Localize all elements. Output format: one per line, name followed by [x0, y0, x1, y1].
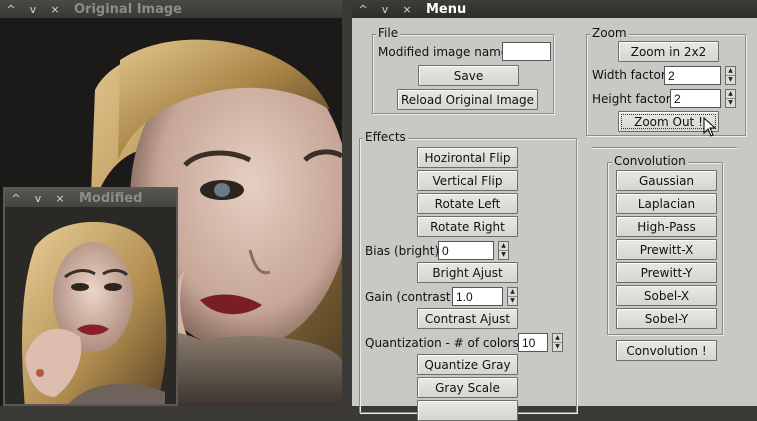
modified-window-titlebar[interactable]: ^ v × Modified — [5, 189, 176, 207]
sobel-x-button[interactable]: Sobel-X — [616, 285, 717, 306]
rotate-right-button[interactable]: Rotate Right — [417, 216, 518, 237]
arrow-down-icon[interactable]: ▼ — [499, 250, 508, 259]
arrow-down-icon[interactable]: ▼ — [553, 342, 562, 351]
convolution-apply-button[interactable]: Convolution ! — [616, 340, 717, 361]
height-factor-label: Height factor: — [592, 92, 675, 106]
zoom-group-label: Zoom — [590, 26, 629, 40]
prewitt-y-button[interactable]: Prewitt-Y — [616, 262, 717, 283]
close-icon[interactable]: × — [396, 0, 418, 18]
gray-scale-button[interactable]: Gray Scale — [417, 377, 518, 398]
reload-original-image-button[interactable]: Reload Original Image — [397, 89, 538, 110]
close-icon[interactable]: × — [44, 0, 66, 18]
gain-label: Gain (contrast): — [365, 290, 460, 304]
zoom-in-button[interactable]: Zoom in 2x2 — [618, 41, 719, 62]
rotate-left-button[interactable]: Rotate Left — [417, 193, 518, 214]
prewitt-x-button[interactable]: Prewitt-X — [616, 239, 717, 260]
arrow-down-icon[interactable]: ▼ — [508, 296, 517, 305]
menu-window-title: Menu — [426, 1, 467, 17]
arrow-up-icon[interactable]: ▲ — [553, 334, 562, 342]
arrow-up-icon[interactable]: ▲ — [726, 67, 735, 75]
chevron-down-icon[interactable]: v — [22, 0, 44, 18]
arrow-down-icon[interactable]: ▼ — [726, 98, 735, 107]
effects-next-button[interactable] — [417, 400, 518, 421]
laplacian-button[interactable]: Laplacian — [616, 193, 717, 214]
gaussian-button[interactable]: Gaussian — [616, 170, 717, 191]
quantization-stepper[interactable]: ▲ ▼ — [552, 333, 563, 352]
modified-image-window: ^ v × Modified — [3, 187, 178, 406]
gain-stepper[interactable]: ▲ ▼ — [507, 287, 518, 306]
close-icon[interactable]: × — [49, 189, 71, 207]
high-pass-button[interactable]: High-Pass — [616, 216, 717, 237]
bias-stepper[interactable]: ▲ ▼ — [498, 241, 509, 260]
modified-portrait-image — [5, 207, 176, 404]
divider — [592, 147, 737, 148]
width-factor-stepper[interactable]: ▲ ▼ — [725, 66, 736, 85]
menu-window-titlebar[interactable]: ^ v × Menu — [352, 0, 757, 18]
minimize-icon[interactable]: ^ — [352, 0, 374, 18]
chevron-down-icon[interactable]: v — [27, 189, 49, 207]
modified-image-name-input[interactable] — [502, 42, 551, 61]
height-factor-stepper[interactable]: ▲ ▼ — [725, 89, 736, 108]
save-button[interactable]: Save — [418, 65, 519, 86]
original-window-titlebar[interactable]: ^ v × Original Image — [0, 0, 342, 18]
bias-input[interactable] — [438, 241, 494, 260]
minimize-icon[interactable]: ^ — [0, 0, 22, 18]
menu-window: ^ v × Menu File Modified image name: Sav… — [352, 0, 757, 421]
gain-input[interactable] — [452, 287, 503, 306]
effects-group-label: Effects — [363, 130, 408, 144]
bright-adjust-button[interactable]: Bright Ajust — [417, 262, 518, 283]
chevron-down-icon[interactable]: v — [374, 0, 396, 18]
convolution-group-label: Convolution — [612, 154, 688, 168]
file-group-label: File — [376, 26, 401, 40]
original-window-title: Original Image — [74, 1, 182, 17]
sobel-y-button[interactable]: Sobel-Y — [616, 308, 717, 329]
bias-label: Bias (bright): — [365, 244, 444, 258]
quantization-label: Quantization - # of colors: — [365, 336, 523, 350]
minimize-icon[interactable]: ^ — [5, 189, 27, 207]
quantization-colors-input[interactable] — [518, 333, 548, 352]
mouse-pointer-icon — [703, 117, 717, 137]
vertical-flip-button[interactable]: Vertical Flip — [417, 170, 518, 191]
horizontal-flip-button[interactable]: Hozirontal Flip — [417, 147, 518, 168]
width-factor-input[interactable] — [664, 66, 721, 85]
arrow-down-icon[interactable]: ▼ — [726, 75, 735, 84]
arrow-up-icon[interactable]: ▲ — [726, 90, 735, 98]
arrow-up-icon[interactable]: ▲ — [499, 242, 508, 250]
width-factor-label: Width factor: — [592, 68, 670, 82]
arrow-up-icon[interactable]: ▲ — [508, 288, 517, 296]
height-factor-input[interactable] — [670, 89, 721, 108]
modified-image-name-label: Modified image name: — [378, 45, 513, 59]
contrast-adjust-button[interactable]: Contrast Ajust — [417, 308, 518, 329]
quantize-gray-button[interactable]: Quantize Gray — [417, 354, 518, 375]
modified-window-title: Modified — [79, 190, 143, 206]
